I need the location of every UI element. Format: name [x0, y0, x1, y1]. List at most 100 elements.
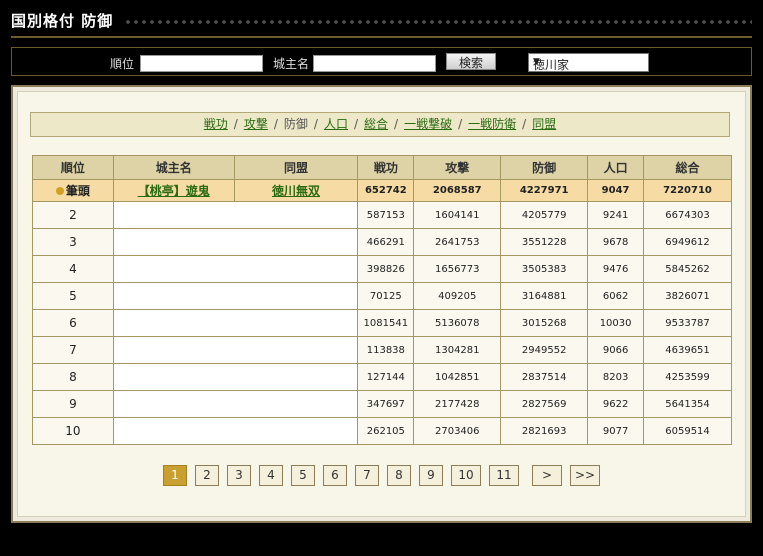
- table-row: 9 347697 2177428 2827569 9622 5641354: [32, 390, 732, 418]
- merit-cell: 466291: [357, 228, 415, 256]
- tab-population[interactable]: 人口: [324, 117, 348, 131]
- population-cell: 9476: [587, 255, 645, 283]
- tab-separator: /: [313, 117, 318, 131]
- page-button[interactable]: 6: [323, 465, 347, 486]
- col-header-alliance: 同盟: [233, 155, 359, 180]
- table-row: 3 466291 2641753 3551228 9678 6949612: [32, 228, 732, 256]
- alliance-cell: 徳川無双: [233, 179, 359, 202]
- population-cell: 8203: [587, 363, 645, 391]
- defense-cell: 2949552: [500, 336, 589, 364]
- table-row-top: 筆頭 【桃亭】遊鬼 徳川無双 652742 2068587 4227971 90…: [32, 179, 732, 202]
- lord-cell: [113, 417, 235, 445]
- search-bar: 順位 城主名 検索 徳川家 ▼: [11, 47, 752, 76]
- page-button[interactable]: 7: [355, 465, 379, 486]
- attack-cell: 2641753: [413, 228, 502, 256]
- ranking-table: 順位 城主名 同盟 戦功 攻撃 防御 人口 総合 筆頭 【桃亭】遊鬼 徳川無双 …: [32, 155, 732, 445]
- next-page-button[interactable]: >: [532, 465, 562, 486]
- alliance-cell: [234, 282, 358, 310]
- population-cell: 9047: [587, 179, 645, 202]
- nation-select[interactable]: 徳川家 ▼: [528, 53, 649, 72]
- population-cell: 9066: [587, 336, 645, 364]
- defense-cell: 2837514: [500, 363, 589, 391]
- rank-value: 筆頭: [65, 184, 90, 198]
- tab-total[interactable]: 総合: [364, 117, 388, 131]
- page-button[interactable]: 11: [489, 465, 519, 486]
- merit-cell: 347697: [357, 390, 415, 418]
- tab-separator: /: [394, 117, 399, 131]
- merit-cell: 587153: [357, 201, 415, 229]
- col-header-rank: 順位: [32, 155, 114, 180]
- alliance-link[interactable]: 徳川無双: [272, 184, 320, 198]
- defense-cell: 2827569: [500, 390, 589, 418]
- page-button[interactable]: 2: [195, 465, 219, 486]
- page-title: 国別格付 防御: [11, 12, 114, 30]
- defense-cell: 2821693: [500, 417, 589, 445]
- table-row: 4 398826 1656773 3505383 9476 5845262: [32, 255, 732, 283]
- lord-name-label: 城主名: [273, 57, 310, 71]
- rank-cell: 6: [32, 309, 114, 337]
- merit-cell: 262105: [357, 417, 415, 445]
- alliance-cell: [234, 336, 358, 364]
- attack-cell: 1656773: [413, 255, 502, 283]
- col-header-defense: 防御: [500, 155, 589, 180]
- tab-alliance[interactable]: 同盟: [532, 117, 556, 131]
- total-cell: 5641354: [643, 390, 732, 418]
- defense-cell: 4205779: [500, 201, 589, 229]
- total-cell: 4253599: [643, 363, 732, 391]
- page-button[interactable]: 4: [259, 465, 283, 486]
- chevron-down-icon: ▼: [533, 57, 540, 67]
- attack-cell: 2703406: [413, 417, 502, 445]
- rank-cell: 5: [32, 282, 114, 310]
- total-cell: 3826071: [643, 282, 732, 310]
- page-button[interactable]: 5: [291, 465, 315, 486]
- alliance-cell: [234, 390, 358, 418]
- page-button[interactable]: 10: [451, 465, 481, 486]
- lord-link[interactable]: 【桃亭】遊鬼: [138, 184, 210, 198]
- rank-cell: 9: [32, 390, 114, 418]
- search-button[interactable]: 検索: [446, 53, 496, 70]
- rank-cell: 7: [32, 336, 114, 364]
- rank-cell: 10: [32, 417, 114, 445]
- total-cell: 4639651: [643, 336, 732, 364]
- attack-cell: 5136078: [413, 309, 502, 337]
- table-row: 8 127144 1042851 2837514 8203 4253599: [32, 363, 732, 391]
- last-page-button[interactable]: >>: [570, 465, 600, 486]
- merit-cell: 70125: [357, 282, 415, 310]
- population-cell: 9241: [587, 201, 645, 229]
- rank-label: 順位: [110, 57, 135, 71]
- total-cell: 5845262: [643, 255, 732, 283]
- total-cell: 6059514: [643, 417, 732, 445]
- col-header-lord: 城主名: [112, 155, 235, 180]
- title-underline: [11, 36, 752, 38]
- total-cell: 9533787: [643, 309, 732, 337]
- alliance-cell: [234, 201, 358, 229]
- lord-cell: [113, 282, 235, 310]
- table-row: 6 1081541 5136078 3015268 10030 9533787: [32, 309, 732, 337]
- rank-cell: 2: [32, 201, 114, 229]
- table-row: 5 70125 409205 3164881 6062 3826071: [32, 282, 732, 310]
- merit-cell: 398826: [357, 255, 415, 283]
- tab-merit[interactable]: 戦功: [204, 117, 228, 131]
- tab-single-battle-attack[interactable]: 一戦撃破: [404, 117, 452, 131]
- rank-input[interactable]: [140, 55, 263, 72]
- attack-cell: 1304281: [413, 336, 502, 364]
- lord-cell: [113, 228, 235, 256]
- page-button[interactable]: 8: [387, 465, 411, 486]
- lord-cell: [113, 363, 235, 391]
- table-row: 10 262105 2703406 2821693 9077 6059514: [32, 417, 732, 445]
- col-header-population: 人口: [587, 155, 645, 180]
- rank-cell: 8: [32, 363, 114, 391]
- lord-cell: [113, 336, 235, 364]
- lord-name-input[interactable]: [313, 55, 436, 72]
- page-button[interactable]: 3: [227, 465, 251, 486]
- tab-attack[interactable]: 攻撃: [244, 117, 268, 131]
- page-button-current[interactable]: 1: [163, 465, 187, 486]
- ranking-tabs: 戦功 / 攻撃 / 防御 / 人口 / 総合 / 一戦撃破 / 一戦防衛 / 同盟: [30, 112, 730, 137]
- page-button[interactable]: 9: [419, 465, 443, 486]
- tab-defense: 防御: [283, 117, 308, 131]
- total-cell: 6674303: [643, 201, 732, 229]
- tab-single-battle-defense[interactable]: 一戦防衛: [468, 117, 516, 131]
- attack-cell: 1604141: [413, 201, 502, 229]
- merit-cell: 1081541: [357, 309, 415, 337]
- rank-cell: 4: [32, 255, 114, 283]
